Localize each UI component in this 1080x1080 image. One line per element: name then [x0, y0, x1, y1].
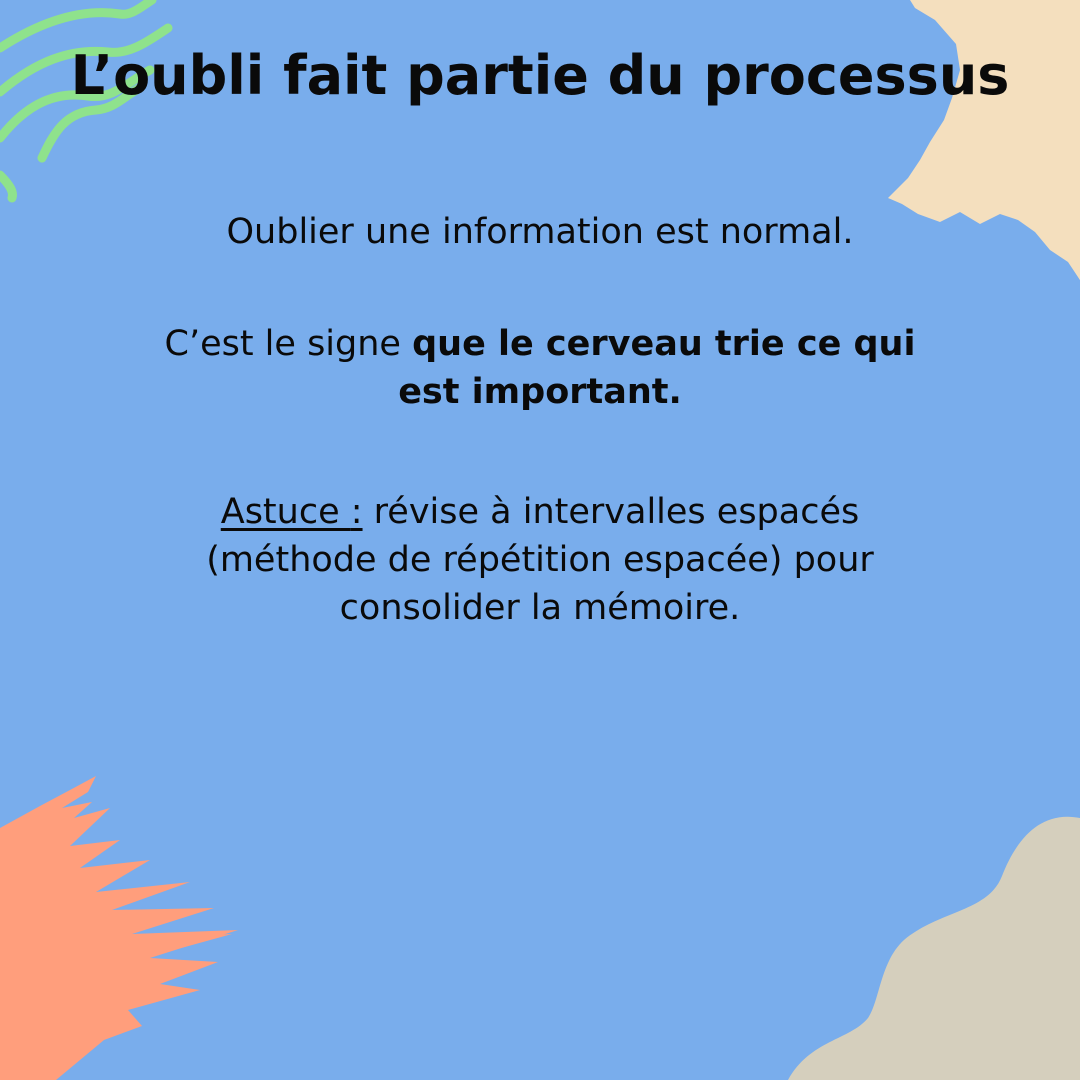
- brain-sorting-emphasis: que le cerveau trie ce qui est important…: [398, 324, 916, 412]
- page-title: L’oubli fait partie du processus: [70, 44, 1010, 107]
- brain-sorting-prefix: C’est le signe: [164, 324, 413, 364]
- brain-sorting-paragraph: C’est le signe que le cerveau trie ce qu…: [140, 320, 940, 416]
- statement-paragraph: Oublier une information est normal.: [226, 212, 854, 252]
- tip-label: Astuce: [220, 492, 351, 532]
- slide: L’oubli fait partie du processus Oublier…: [0, 0, 1080, 1080]
- tip-colon: :: [350, 492, 363, 532]
- tip-paragraph: Astuce : révise à intervalles espacés (m…: [140, 488, 940, 632]
